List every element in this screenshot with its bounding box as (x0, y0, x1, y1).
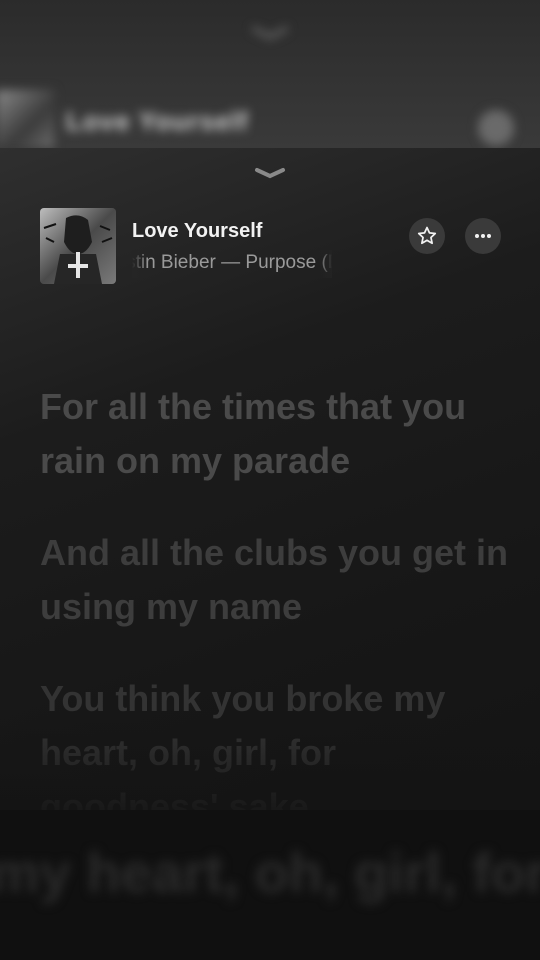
album-artwork-icon (40, 208, 116, 284)
background-mini-player: Love Yourself (0, 0, 540, 150)
mini-player-button (478, 110, 514, 146)
song-subtitle: Justin Bieber — Purpose (Deluxe) (132, 252, 332, 273)
song-title: Love Yourself (132, 220, 263, 242)
lyric-line[interactable]: For all the times that you rain on my pa… (40, 380, 510, 488)
mini-player-artwork (0, 90, 54, 148)
artist-album-marquee[interactable]: Justin Bieber — Purpose (Deluxe) (132, 250, 332, 278)
overflow-lyric: my heart, oh, girl, for (0, 841, 540, 904)
chevron-down-icon (252, 27, 288, 40)
lyric-line[interactable]: And all the clubs you get in using my na… (40, 526, 510, 634)
mini-player-title: Love Yourself (66, 106, 249, 136)
chevron-down-icon[interactable] (254, 166, 286, 180)
favorite-button[interactable] (409, 218, 445, 254)
now-playing-screen: Love Yourself Love Yourself Bieber — Pur… (0, 0, 540, 960)
more-options-button[interactable] (465, 218, 501, 254)
background-overflow: my heart, oh, girl, for (0, 810, 540, 960)
star-icon (417, 226, 437, 245)
ellipsis-icon (475, 234, 491, 238)
lyrics-sheet: Love Yourself Justin Bieber — Purpose (D… (0, 148, 540, 810)
album-artwork[interactable] (40, 208, 116, 284)
